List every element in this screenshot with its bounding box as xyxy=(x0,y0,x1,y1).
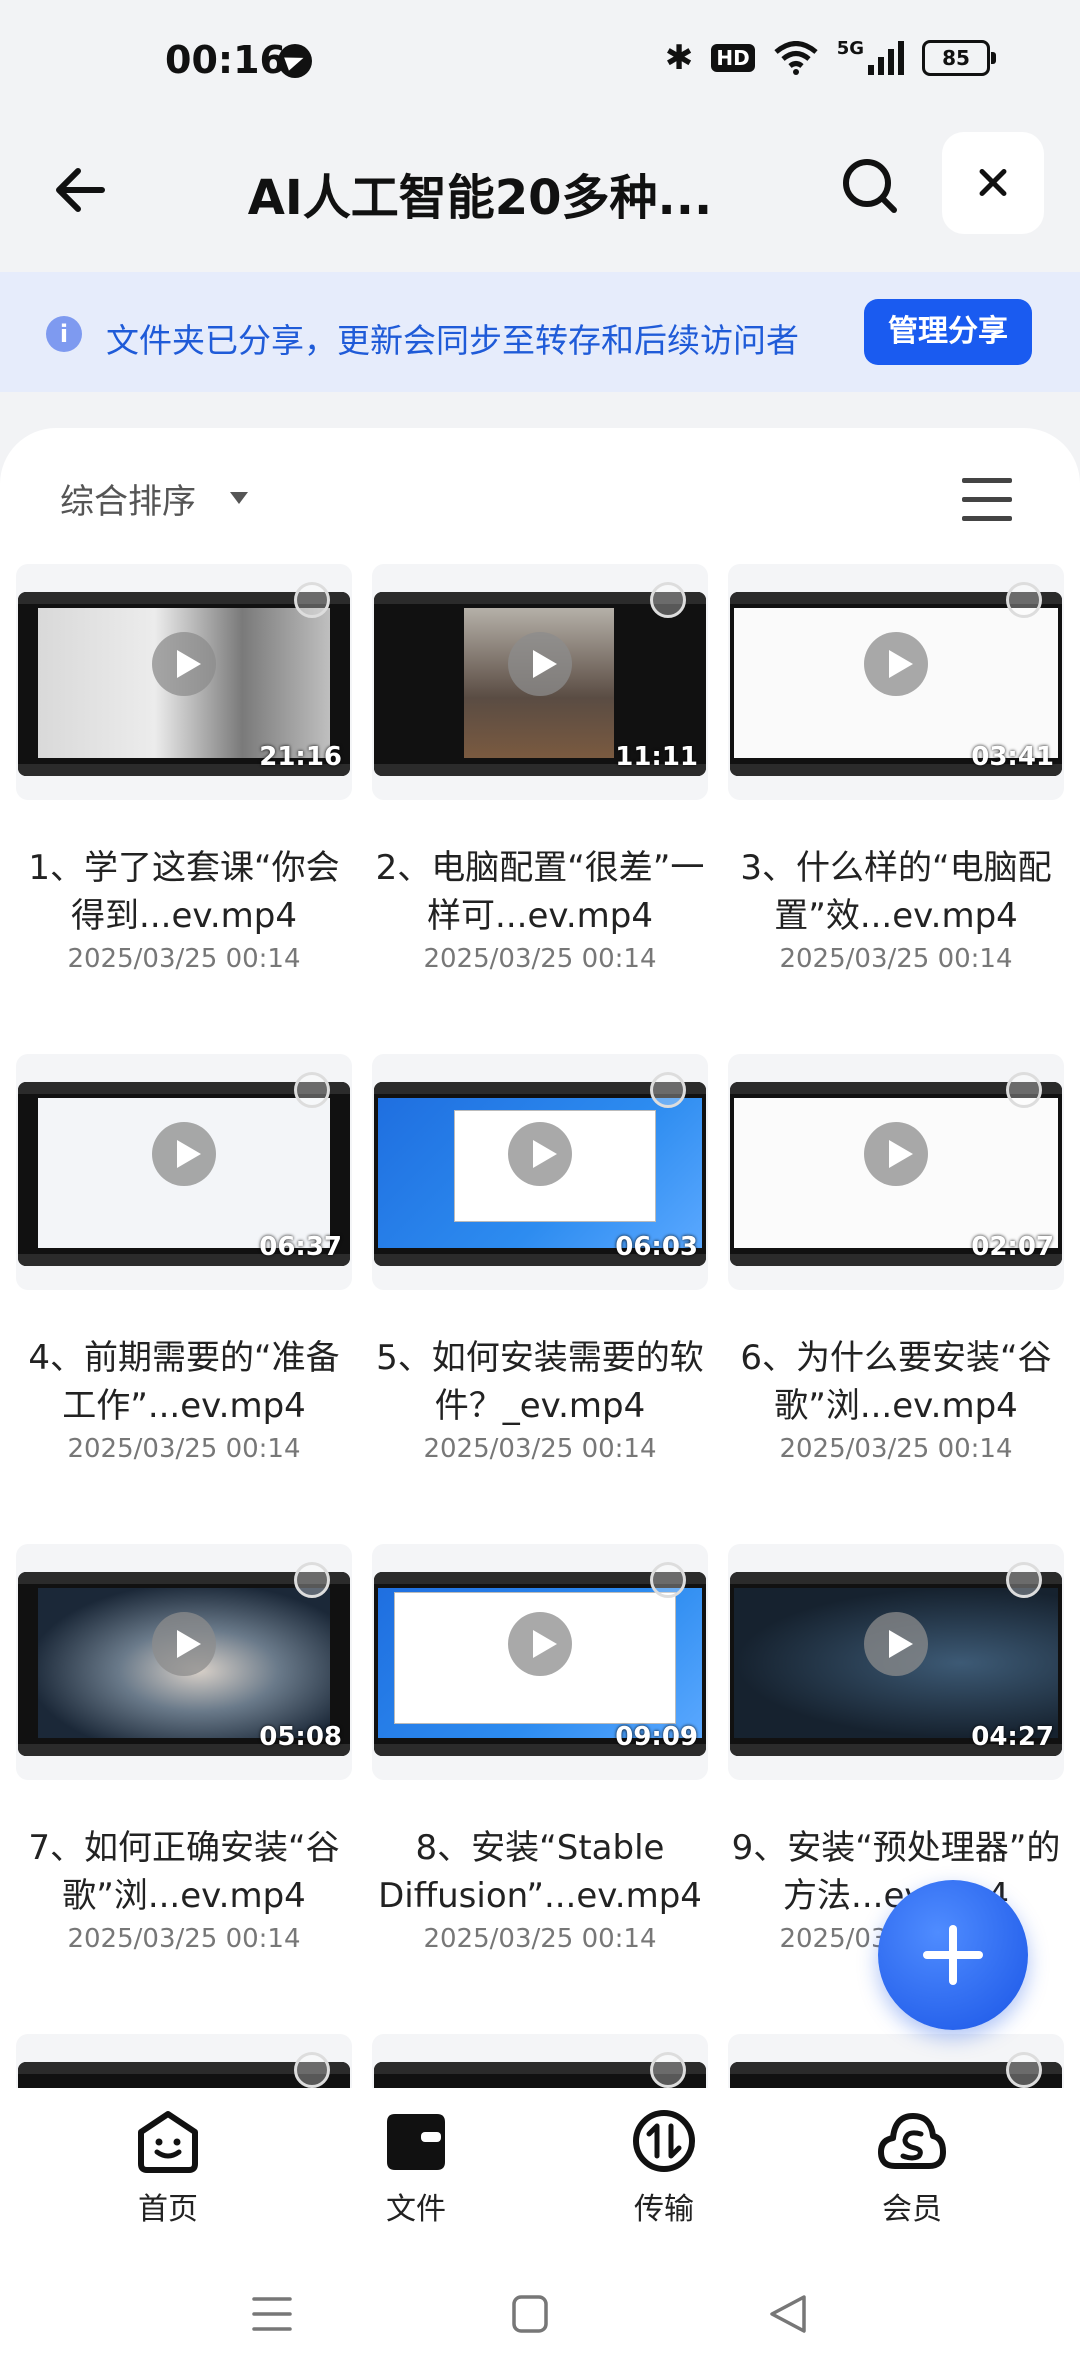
video-duration: 03:41 xyxy=(971,742,1054,772)
search-icon[interactable] xyxy=(840,156,900,216)
video-thumbnail[interactable]: 02:07 xyxy=(728,1054,1064,1290)
sort-dropdown[interactable]: 综合排序 xyxy=(60,474,196,523)
folder-icon xyxy=(387,2114,445,2170)
menu-icon[interactable] xyxy=(252,2296,292,2332)
add-button[interactable] xyxy=(878,1880,1028,2030)
video-thumbnail[interactable] xyxy=(16,2034,352,2088)
status-bar: 00:16 ✱ HD 5G 85 xyxy=(0,0,1080,120)
play-icon xyxy=(508,1122,572,1186)
share-notice-banner: i 文件夹已分享，更新会同步至转存和后续访问者 管理分享 xyxy=(0,272,1080,392)
nav-label: 传输 xyxy=(634,2192,694,2227)
close-button[interactable] xyxy=(942,132,1044,234)
page-title: AI人工智能20多种... xyxy=(247,170,713,226)
video-thumbnail[interactable]: 21:16 xyxy=(16,564,352,800)
file-date: 2025/03/25 00:14 xyxy=(779,944,1013,974)
nav-label: 文件 xyxy=(386,2192,446,2227)
video-duration: 11:11 xyxy=(615,742,698,772)
bluetooth-icon: ✱ xyxy=(664,38,694,78)
select-checkbox[interactable] xyxy=(1006,1562,1042,1598)
system-nav-bar xyxy=(0,2238,1080,2376)
play-icon xyxy=(864,1122,928,1186)
select-checkbox[interactable] xyxy=(294,1072,330,1108)
play-icon xyxy=(508,1612,572,1676)
file-date: 2025/03/25 00:14 xyxy=(779,1434,1013,1464)
hd-badge: HD xyxy=(711,44,755,72)
home-face-icon xyxy=(138,2111,198,2173)
select-checkbox[interactable] xyxy=(294,2052,330,2088)
video-thumbnail[interactable]: 04:27 xyxy=(728,1544,1064,1780)
manage-share-button[interactable]: 管理分享 xyxy=(864,299,1032,365)
play-icon xyxy=(864,632,928,696)
select-checkbox[interactable] xyxy=(1006,582,1042,618)
system-icons: ✱ HD 5G 85 xyxy=(664,37,996,78)
video-thumbnail[interactable] xyxy=(372,2034,708,2088)
play-icon xyxy=(152,1612,216,1676)
video-duration: 21:16 xyxy=(259,742,342,772)
caret-down-icon[interactable] xyxy=(230,492,248,504)
vip-cloud-icon xyxy=(878,2113,946,2169)
network-type: 5G xyxy=(836,37,864,59)
file-name: 6、为什么要安装“谷歌”浏...ev.mp4 xyxy=(740,1338,1052,1426)
nav-item-vip[interactable]: 会员 xyxy=(832,2108,992,2228)
select-checkbox[interactable] xyxy=(1006,1072,1042,1108)
select-checkbox[interactable] xyxy=(650,2052,686,2088)
share-notice-text: 文件夹已分享，更新会同步至转存和后续访问者 xyxy=(106,321,799,360)
wifi-icon xyxy=(774,41,818,75)
play-icon xyxy=(864,1612,928,1676)
nav-item-home[interactable]: 首页 xyxy=(88,2108,248,2228)
back-triangle-icon[interactable] xyxy=(768,2294,808,2334)
file-date: 2025/03/25 00:14 xyxy=(423,1924,657,1954)
play-icon xyxy=(508,632,572,696)
nav-label: 首页 xyxy=(138,2192,198,2227)
signal-icon xyxy=(868,41,904,75)
battery-icon: 85 xyxy=(922,40,996,76)
file-name: 3、什么样的“电脑配置”效...ev.mp4 xyxy=(740,848,1052,936)
top-bar: AI人工智能20多种... xyxy=(0,120,1080,270)
list-view-icon[interactable] xyxy=(962,478,1012,522)
back-arrow-icon[interactable] xyxy=(50,160,110,220)
nav-label: 会员 xyxy=(882,2192,942,2227)
video-thumbnail[interactable] xyxy=(728,2034,1064,2088)
select-checkbox[interactable] xyxy=(650,582,686,618)
video-duration: 06:37 xyxy=(259,1232,342,1262)
file-name: 4、前期需要的“准备工作”...ev.mp4 xyxy=(28,1338,340,1426)
video-duration: 06:03 xyxy=(615,1232,698,1262)
info-icon: i xyxy=(46,316,82,352)
video-thumbnail[interactable]: 06:03 xyxy=(372,1054,708,1290)
file-panel: 综合排序 21:16 1、学了这套课“你会得到...ev.mp4 2025/03… xyxy=(0,428,1080,2088)
file-name: 5、如何安装需要的软件？_ev.mp4 xyxy=(376,1338,704,1426)
select-checkbox[interactable] xyxy=(294,1562,330,1598)
transfer-icon xyxy=(633,2110,695,2172)
play-icon xyxy=(152,632,216,696)
select-checkbox[interactable] xyxy=(1006,2052,1042,2088)
file-date: 2025/03/25 00:14 xyxy=(67,944,301,974)
nav-item-transfer[interactable]: 传输 xyxy=(584,2108,744,2228)
video-thumbnail[interactable]: 06:37 xyxy=(16,1054,352,1290)
bottom-nav: 首页 文件 传输 会员 xyxy=(0,2088,1080,2238)
file-name: 1、学了这套课“你会得到...ev.mp4 xyxy=(28,848,340,936)
home-square-icon[interactable] xyxy=(512,2294,548,2334)
nav-item-files[interactable]: 文件 xyxy=(336,2108,496,2228)
file-name: 2、电脑配置“很差”一样可...ev.mp4 xyxy=(375,848,705,936)
file-name: 7、如何正确安装“谷歌”浏...ev.mp4 xyxy=(28,1828,340,1916)
video-duration: 09:09 xyxy=(615,1722,698,1752)
status-time: 00:16 xyxy=(165,38,286,82)
video-duration: 02:07 xyxy=(971,1232,1054,1262)
video-thumbnail[interactable]: 05:08 xyxy=(16,1544,352,1780)
video-duration: 05:08 xyxy=(259,1722,342,1752)
play-icon xyxy=(152,1122,216,1186)
file-date: 2025/03/25 00:14 xyxy=(423,1434,657,1464)
file-date: 2025/03/25 00:14 xyxy=(67,1924,301,1954)
video-thumbnail[interactable]: 09:09 xyxy=(372,1544,708,1780)
select-checkbox[interactable] xyxy=(294,582,330,618)
video-thumbnail[interactable]: 03:41 xyxy=(728,564,1064,800)
file-date: 2025/03/25 00:14 xyxy=(423,944,657,974)
video-thumbnail[interactable]: 11:11 xyxy=(372,564,708,800)
video-duration: 04:27 xyxy=(971,1722,1054,1752)
file-date: 2025/03/25 00:14 xyxy=(67,1434,301,1464)
telegram-icon xyxy=(278,44,312,78)
file-name: 8、安装“Stable Diffusion”...ev.mp4 xyxy=(378,1828,702,1916)
select-checkbox[interactable] xyxy=(650,1562,686,1598)
select-checkbox[interactable] xyxy=(650,1072,686,1108)
